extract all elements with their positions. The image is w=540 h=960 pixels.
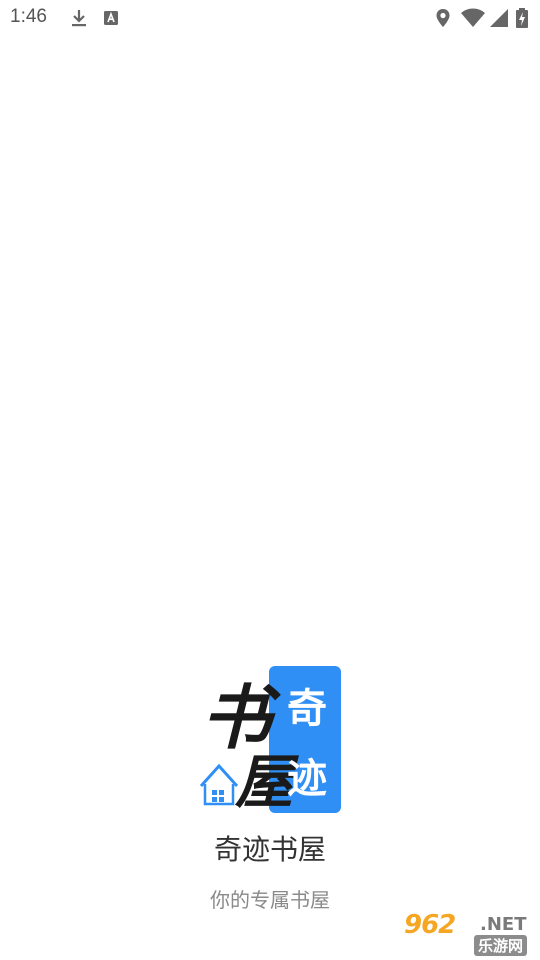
text-notification-icon: [104, 11, 118, 25]
app-logo: 书 屋 奇 迹: [199, 664, 342, 816]
battery-charging-icon: [516, 8, 528, 28]
status-time: 1:46: [10, 6, 47, 27]
cell-signal-icon: [490, 9, 508, 27]
watermark-number: 962: [404, 910, 456, 940]
house-icon: [199, 763, 239, 806]
logo-panel-char-2: 迹: [287, 756, 327, 802]
wifi-icon: [461, 8, 485, 27]
logo-panel-char-1: 奇: [287, 686, 327, 732]
watermark-site-name: 乐游网: [474, 935, 528, 956]
location-icon: [436, 9, 450, 27]
watermark-domain: .NET: [480, 914, 527, 935]
status-bar: 1:46: [0, 0, 540, 36]
app-slogan: 你的专属书屋: [210, 888, 330, 912]
logo-calligraphy-char-1: 书: [201, 676, 281, 759]
download-icon: [72, 10, 86, 27]
app-name: 奇迹书屋: [213, 833, 326, 866]
site-watermark: 962 .NET 乐游网: [400, 910, 536, 956]
app-logo-graphic: 书 屋 奇 迹: [199, 666, 341, 816]
